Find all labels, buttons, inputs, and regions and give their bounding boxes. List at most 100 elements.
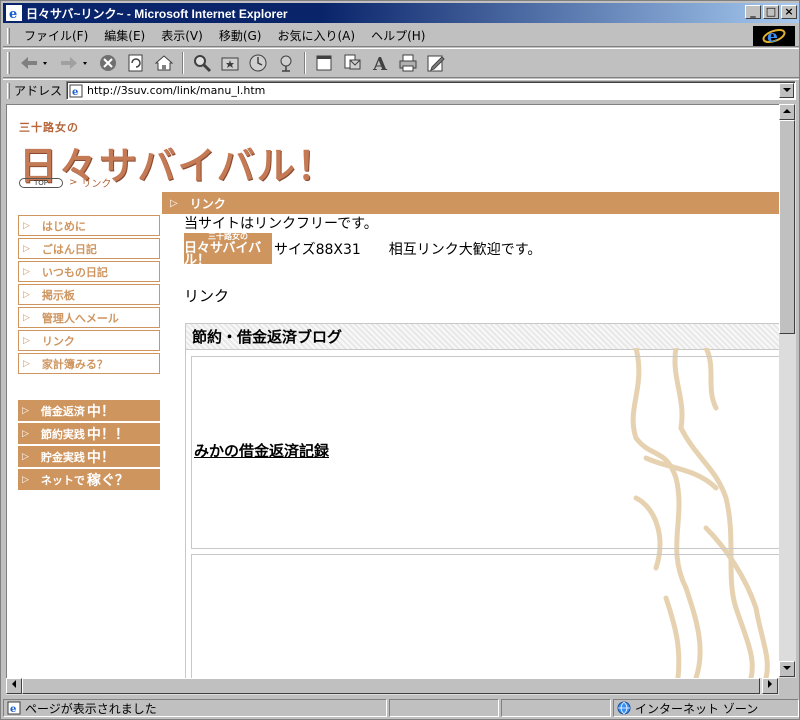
arrow-down-icon — [783, 666, 791, 670]
scroll-right-button[interactable] — [762, 678, 778, 694]
menu-grip[interactable] — [7, 27, 10, 44]
svg-text:e: e — [72, 87, 78, 98]
toolbar-separator — [182, 52, 184, 74]
nav-item-emphasis: 中！ — [86, 449, 115, 466]
scroll-left-button[interactable] — [6, 678, 22, 694]
svg-text:e: e — [767, 27, 778, 46]
nav-item-gohan[interactable]: ▷ ごはん日記 — [18, 238, 160, 259]
breadcrumb-top-link[interactable]: TOP — [19, 177, 63, 188]
nav-item-bbs[interactable]: ▷ 掲示板 — [18, 284, 160, 305]
history-button[interactable] — [245, 51, 271, 75]
back-button[interactable] — [15, 51, 53, 75]
scroll-up-button[interactable] — [779, 104, 795, 120]
nav-item-shakkin[interactable]: ▷ 借金返済 中！ — [18, 400, 160, 421]
site-banner[interactable]: 三十路女の 日々サバイバル！ — [184, 232, 272, 268]
close-button[interactable]: × — [781, 5, 797, 19]
scroll-down-button[interactable] — [779, 661, 795, 677]
title-bar[interactable]: e 日々サバ~リンク~ - Microsoft Internet Explore… — [3, 3, 799, 23]
channels-button[interactable] — [273, 51, 299, 75]
triangle-right-icon: ▷ — [22, 474, 29, 485]
nav-item-hajimeni[interactable]: ▷ はじめに — [18, 215, 160, 236]
nav-item-kakeibo[interactable]: ▷ 家計簿みる？ — [18, 353, 160, 374]
breadcrumb: TOP > リンク — [19, 175, 111, 190]
status-empty-cell-1 — [389, 699, 499, 717]
browser-window: e 日々サバ~リンク~ - Microsoft Internet Explore… — [0, 0, 800, 720]
home-icon — [154, 55, 174, 71]
breadcrumb-separator: > — [69, 177, 78, 188]
status-bar: e ページが表示されました インターネット ゾーン — [3, 698, 799, 718]
nav-item-label: 貯金実践 — [40, 450, 85, 464]
horizontal-scroll-thumb[interactable] — [22, 678, 760, 694]
menu-go[interactable]: 移動(G) — [211, 27, 270, 44]
nav-item-label: いつもの日記 — [41, 265, 108, 279]
nav-item-label: 節約実践 — [40, 427, 85, 441]
print-button[interactable] — [395, 51, 421, 75]
nav-item-emphasis: 中！！ — [86, 426, 129, 443]
fullscreen-button[interactable] — [311, 51, 337, 75]
refresh-button[interactable] — [123, 51, 149, 75]
svg-text:e: e — [9, 7, 17, 21]
nav-item-link[interactable]: ▷ リンク — [18, 330, 160, 351]
print-icon — [399, 54, 417, 72]
font-button[interactable]: A — [367, 51, 393, 75]
standard-toolbar: A — [3, 48, 799, 78]
history-icon — [249, 54, 267, 72]
main-nav: ▷ はじめに ▷ ごはん日記 ▷ いつもの日記 ▷ 掲示板 ▷ 管理人へメール ▷ リンク … — [18, 215, 160, 376]
menu-file[interactable]: ファイル(F) — [16, 27, 96, 44]
mail-icon — [344, 54, 361, 70]
menu-help[interactable]: ヘルプ(H) — [363, 27, 433, 44]
favorites-icon — [221, 57, 239, 71]
address-dropdown-button[interactable] — [779, 83, 795, 98]
menu-favorites[interactable]: お気に入り(A) — [269, 27, 363, 44]
stop-button[interactable] — [95, 51, 121, 75]
address-input[interactable]: e http://3suv.com/link/manu_l.htm — [66, 81, 797, 100]
section-title: リンク — [189, 196, 226, 211]
nav-item-net[interactable]: ▷ ネットで 稼ぐ？ — [18, 469, 160, 490]
ie-logo-icon: e — [762, 27, 786, 46]
address-grip[interactable] — [7, 82, 10, 99]
edit-button[interactable] — [423, 51, 449, 75]
triangle-right-icon: ▷ — [22, 451, 29, 462]
category-header: 節約・借金返済ブログ — [186, 324, 779, 350]
toolbar-grip[interactable] — [7, 52, 10, 74]
maximize-button[interactable]: □ — [763, 5, 779, 19]
stop-icon — [100, 55, 116, 71]
forward-button[interactable] — [55, 51, 93, 75]
vertical-scrollbar[interactable] — [779, 104, 796, 678]
triangle-right-icon: ▷ — [23, 358, 30, 369]
banner-caption: サイズ88X31 相互リンク大歓迎です。 — [274, 241, 542, 258]
nav-item-mail[interactable]: ▷ 管理人へメール — [18, 307, 160, 328]
refresh-icon — [128, 54, 143, 72]
nav-item-label: 借金返済 — [40, 404, 85, 418]
address-url: http://3suv.com/link/manu_l.htm — [87, 84, 266, 97]
chevron-down-icon — [782, 88, 791, 92]
logo-small-text: 三十路女の — [19, 121, 79, 134]
scrollbar-corner — [779, 678, 796, 695]
arrow-up-icon — [783, 109, 791, 113]
home-button[interactable] — [151, 51, 177, 75]
triangle-right-icon: ▷ — [23, 289, 30, 300]
empty-panel — [191, 554, 779, 678]
arrow-right-icon — [768, 680, 772, 688]
menu-edit[interactable]: 編集(E) — [96, 27, 153, 44]
search-button[interactable] — [189, 51, 215, 75]
status-message-cell: e ページが表示されました — [3, 699, 387, 717]
horizontal-scrollbar[interactable] — [6, 678, 779, 695]
nav-item-chokin[interactable]: ▷ 貯金実践 中！ — [18, 446, 160, 467]
minimize-button[interactable]: _ — [745, 5, 761, 19]
mail-button[interactable] — [339, 51, 365, 75]
nav-item-label: ネットで — [40, 473, 85, 487]
banner-big-text: 日々サバイバル！ — [184, 240, 262, 268]
nav-item-setsuyaku[interactable]: ▷ 節約実践 中！！ — [18, 423, 160, 444]
vertical-scroll-thumb[interactable] — [779, 120, 795, 334]
blog-link[interactable]: みかの借金返済記録 — [194, 440, 329, 461]
nav-item-label: はじめに — [41, 219, 86, 233]
nav-item-itsumo[interactable]: ▷ いつもの日記 — [18, 261, 160, 282]
sub-nav: ▷ 借金返済 中！ ▷ 節約実践 中！！ ▷ 貯金実践 中！ ▷ ネットで 稼ぐ？ — [18, 400, 160, 492]
favorites-button[interactable] — [217, 51, 243, 75]
link-box: 節約・借金返済ブログ みかの借金返済記録 — [185, 323, 779, 678]
menu-view[interactable]: 表示(V) — [153, 27, 211, 44]
page-viewport[interactable]: 三十路女の 日々サバイバル！ TOP > リンク ▷ リンク ▷ はじめに ▷ ごは… — [6, 104, 779, 678]
svg-text:e: e — [10, 704, 16, 715]
toolbar-separator — [304, 52, 306, 74]
